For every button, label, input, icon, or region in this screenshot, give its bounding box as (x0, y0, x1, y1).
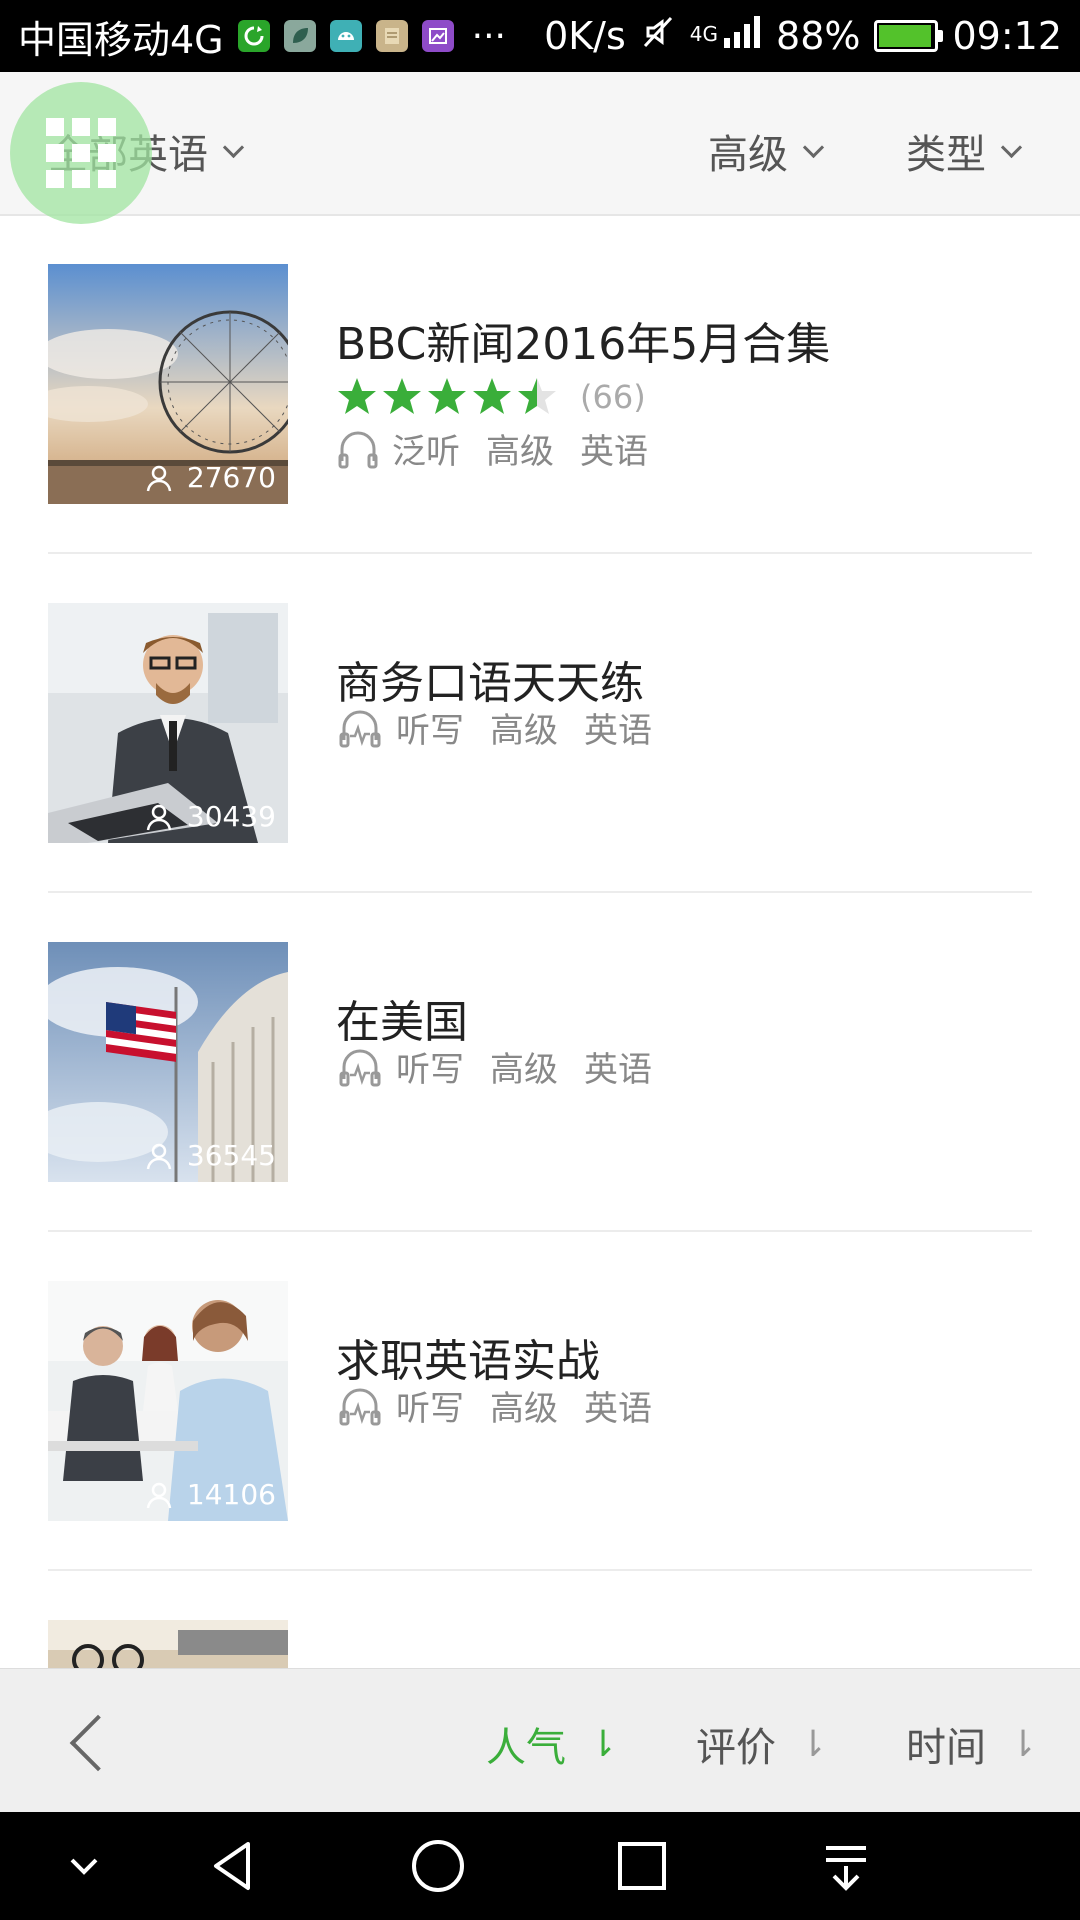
filter-type[interactable]: 类型 (906, 122, 1023, 180)
sort-rating[interactable]: 评价 ⇂ (696, 1715, 828, 1773)
list-item[interactable]: 14106 求职英语实战 听写 高级 英语 (48, 1233, 1032, 1571)
chevron-down-icon (1000, 136, 1023, 158)
course-type: 听写 (396, 711, 464, 751)
sort-popularity-label: 人气 (486, 1725, 566, 1771)
listener-count-value: 14106 (186, 1478, 276, 1511)
user-icon (146, 465, 172, 491)
course-title: 求职英语实战 (336, 1336, 600, 1387)
carrier-label: 中国移动4G (18, 17, 224, 62)
course-meta: 听写 高级 英语 (336, 703, 652, 752)
course-type: 听写 (396, 1050, 464, 1090)
list-item[interactable]: 27670 BBC新闻2016年5月合集 (66) 泛听 高级 英语 (48, 216, 1032, 554)
user-icon (146, 1482, 172, 1508)
listener-count: 30439 (145, 800, 276, 833)
clock: 09:12 (952, 14, 1062, 58)
course-type: 听写 (396, 1389, 464, 1429)
back-button[interactable] (60, 1713, 120, 1773)
course-title: 商务口语天天练 (336, 658, 644, 709)
course-language: 英语 (584, 1389, 652, 1429)
listener-count: 14106 (145, 1478, 276, 1511)
course-language: 英语 (584, 1050, 652, 1090)
course-thumbnail: 30439 (48, 603, 288, 843)
signal-icon (722, 14, 762, 59)
network-type: 4G (689, 21, 719, 46)
divider (48, 1569, 1032, 1571)
listener-count-value: 27670 (186, 461, 276, 494)
dictation-icon (339, 710, 381, 747)
floating-menu-button[interactable] (10, 82, 152, 224)
sort-arrow-icon: ⇂ (588, 1723, 619, 1765)
filter-level[interactable]: 高级 (708, 122, 825, 180)
divider (48, 1230, 1032, 1232)
star-rating (338, 378, 556, 414)
mute-icon (640, 14, 676, 59)
course-level: 高级 (490, 711, 558, 751)
battery-percent: 88% (776, 14, 861, 58)
course-thumbnail: 14106 (48, 1281, 288, 1521)
sort-arrow-icon: ⇂ (1008, 1723, 1039, 1765)
sort-bar: 人气 ⇂ 评价 ⇂ 时间 ⇂ (0, 1668, 1080, 1813)
sort-time-label: 时间 (906, 1725, 986, 1771)
course-thumbnail: 36545 (48, 942, 288, 1182)
more-notifications-icon: ··· (471, 15, 506, 57)
user-icon (146, 1143, 172, 1169)
course-title: 在美国 (336, 997, 468, 1048)
battery-icon (874, 20, 944, 52)
leaf-app-icon (283, 20, 316, 52)
filter-level-label: 高级 (708, 132, 788, 178)
collapse-icon[interactable] (54, 1836, 114, 1896)
course-meta: 听写 高级 英语 (336, 1042, 652, 1091)
course-language: 英语 (580, 432, 648, 472)
filter-type-label: 类型 (906, 132, 986, 178)
divider (48, 552, 1032, 554)
listener-count-value: 30439 (186, 800, 276, 833)
recents-nav-icon[interactable] (612, 1836, 672, 1896)
course-level: 高级 (486, 432, 554, 472)
list-item[interactable] (48, 1572, 1032, 1668)
filter-bar: 全部英语 高级 类型 (0, 72, 1080, 216)
course-type: 泛听 (392, 432, 460, 472)
home-nav-icon[interactable] (408, 1836, 468, 1896)
divider (48, 891, 1032, 893)
sort-rating-label: 评价 (696, 1725, 776, 1771)
grid-icon (46, 118, 116, 188)
notification-pull-icon[interactable] (816, 1836, 876, 1896)
chevron-down-icon (802, 136, 825, 158)
listener-count-value: 36545 (186, 1139, 276, 1172)
review-count: (66) (580, 378, 646, 416)
course-meta: 泛听 高级 英语 (336, 424, 648, 473)
android-app-icon (329, 20, 362, 52)
course-meta: 听写 高级 英语 (336, 1381, 652, 1430)
sort-time[interactable]: 时间 ⇂ (906, 1715, 1038, 1773)
status-bar: 中国移动4G ··· 0K/s 4G 88% 09:12 (0, 0, 1080, 72)
rating: (66) (336, 376, 646, 418)
course-thumbnail (48, 1620, 288, 1668)
listener-count: 36545 (145, 1139, 276, 1172)
back-nav-icon[interactable] (204, 1836, 264, 1896)
notepad-app-icon (375, 20, 408, 52)
listener-count: 27670 (145, 461, 276, 494)
headphones-icon (338, 431, 378, 468)
list-item[interactable]: 30439 商务口语天天练 听写 高级 英语 (48, 555, 1032, 893)
chevron-down-icon (222, 136, 245, 158)
sort-popularity[interactable]: 人气 ⇂ (486, 1715, 618, 1773)
dictation-icon (339, 1388, 381, 1425)
gallery-app-icon (421, 20, 454, 52)
system-nav-bar (0, 1812, 1080, 1920)
course-thumbnail: 27670 (48, 264, 288, 504)
network-speed: 0K/s (544, 14, 626, 58)
course-title: BBC新闻2016年5月合集 (336, 319, 831, 370)
course-level: 高级 (490, 1389, 558, 1429)
course-language: 英语 (584, 711, 652, 751)
sort-arrow-icon: ⇂ (798, 1723, 829, 1765)
course-level: 高级 (490, 1050, 558, 1090)
refresh-app-icon (237, 20, 270, 52)
dictation-icon (339, 1049, 381, 1086)
user-icon (146, 804, 172, 830)
course-list: 27670 BBC新闻2016年5月合集 (66) 泛听 高级 英语 30439… (0, 216, 1080, 1668)
list-item[interactable]: 36545 在美国 听写 高级 英语 (48, 894, 1032, 1232)
